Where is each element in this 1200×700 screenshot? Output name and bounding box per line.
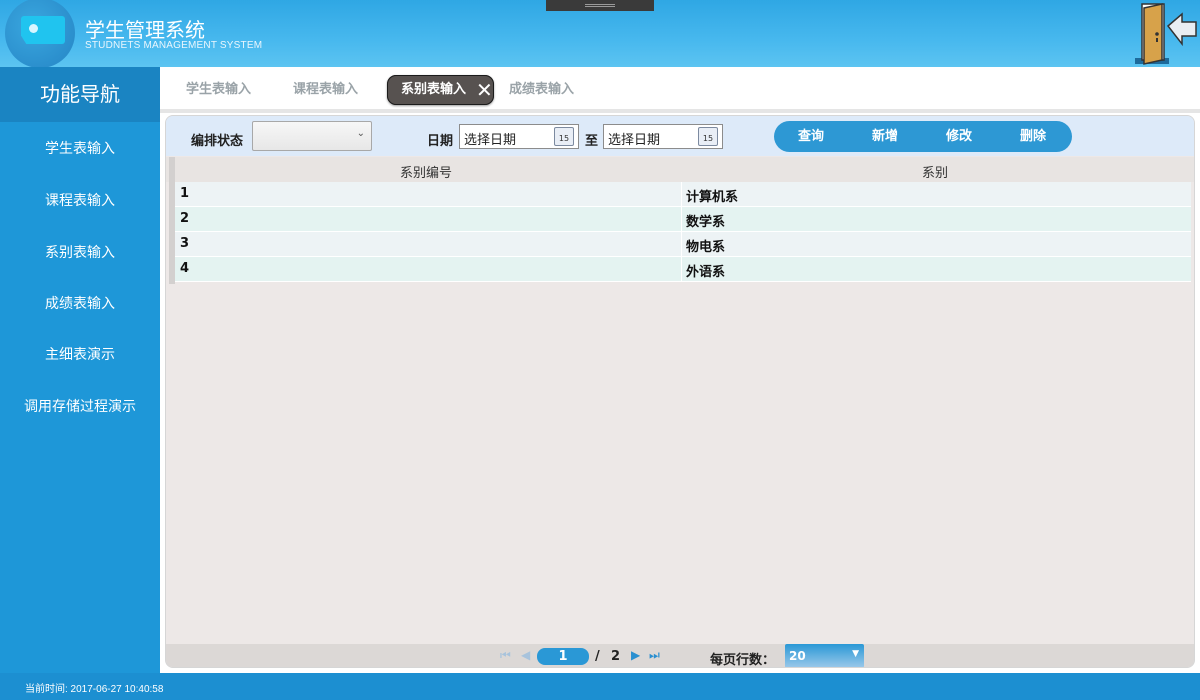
cell-dept-id: 1 [180,186,190,201]
exit-button[interactable] [1134,2,1198,66]
date-label: 日期 [427,134,454,149]
cell-dept-id: 2 [180,211,190,226]
date-to-text: 选择日期 [608,133,661,148]
close-icon[interactable]: ✕ [476,75,493,105]
sidebar: 功能导航 学生表输入 课程表输入 系别表输入 成绩表输入 主细表演示 调用存储过… [0,67,160,673]
prev-page-icon[interactable]: ◀ [521,648,530,662]
tab-student-input[interactable]: 学生表输入 [186,75,251,105]
calendar-icon[interactable]: 15 [698,127,718,146]
exit-door-icon [1135,3,1197,65]
tab-score-input[interactable]: 成绩表输入 [509,75,574,105]
chevron-down-icon: ⌄ [356,128,365,139]
tab-bar: 学生表输入 课程表输入 系别表输入 ✕ 成绩表输入 [160,67,1200,113]
monitor-icon [21,16,65,44]
cell-dept-id: 3 [180,236,190,251]
column-header-dept-name[interactable]: 系别 [922,162,948,181]
chevron-down-icon: ▼ [852,649,859,659]
pager: ⏮ ◀ 1 / 2 ▶ ⏭ 每页行数： 20 ▼ [166,644,1194,668]
cell-dept-id: 4 [180,261,190,276]
date-from-text: 选择日期 [464,133,517,148]
first-page-icon[interactable]: ⏮ [500,648,511,663]
main-panel: 编排状态 ⌄ 日期 选择日期 15 至 选择日期 15 查询 新增 修改 删除 … [165,115,1195,668]
cell-dept-name: 计算机系 [686,190,739,205]
rows-per-page-select[interactable]: 20 ▼ [785,644,864,667]
date-to-field[interactable]: 选择日期 15 [603,124,723,149]
edit-button[interactable]: 修改 [946,121,972,152]
sidebar-item-department-input[interactable]: 系别表输入 [0,228,160,279]
grid-header: 系别编号 系别 [166,157,1194,182]
column-header-dept-id[interactable]: 系别编号 [400,162,452,181]
table-row[interactable]: 1 计算机系 [175,182,1191,207]
tab-course-input[interactable]: 课程表输入 [293,75,358,105]
sidebar-item-score-input[interactable]: 成绩表输入 [0,279,160,330]
status-bar: 当前时间: 2017-06-27 10:40:58 [0,673,1200,700]
app-title: 学生管理系统 [85,18,205,42]
cell-dept-name: 外语系 [686,265,726,280]
page-number-input[interactable]: 1 [537,648,589,665]
page-separator: / [595,649,600,664]
collapse-handle[interactable] [546,0,654,11]
query-button[interactable]: 查询 [798,121,824,152]
table-row[interactable]: 2 数学系 [175,207,1191,232]
last-page-icon[interactable]: ⏭ [649,648,660,663]
tab-department-input[interactable]: 系别表输入 ✕ [387,75,494,105]
table-row[interactable]: 3 物电系 [175,232,1191,257]
app-header: 学生管理系统 STUDNETS MANAGEMENT SYSTEM [0,0,1200,68]
status-label: 编排状态 [191,134,244,149]
sidebar-item-stored-procedure[interactable]: 调用存储过程演示 [0,381,160,433]
delete-button[interactable]: 删除 [1020,121,1046,152]
sidebar-item-student-input[interactable]: 学生表输入 [0,124,160,175]
app-logo [5,0,75,68]
sidebar-item-master-detail[interactable]: 主细表演示 [0,330,160,381]
data-grid: 1 计算机系 2 数学系 3 物电系 4 外语系 [175,182,1191,282]
filter-toolbar: 编排状态 ⌄ 日期 选择日期 15 至 选择日期 15 查询 新增 修改 删除 [166,116,1194,156]
to-label: 至 [585,134,599,149]
sidebar-title: 功能导航 [0,67,160,122]
next-page-icon[interactable]: ▶ [631,648,640,662]
cell-dept-name: 物电系 [686,240,726,255]
sidebar-item-course-input[interactable]: 课程表输入 [0,175,160,228]
status-select[interactable]: ⌄ [252,121,372,151]
total-pages: 2 [611,649,621,664]
tab-label: 系别表输入 [401,82,467,97]
rows-per-page-value: 20 [789,649,806,663]
app-subtitle: STUDNETS MANAGEMENT SYSTEM [85,40,263,51]
rows-per-page-label: 每页行数： [710,653,776,668]
table-row[interactable]: 4 外语系 [175,257,1191,282]
calendar-icon[interactable]: 15 [554,127,574,146]
action-buttons: 查询 新增 修改 删除 [774,121,1072,152]
cell-dept-name: 数学系 [686,215,726,230]
date-from-field[interactable]: 选择日期 15 [459,124,579,149]
add-button[interactable]: 新增 [872,121,898,152]
current-time: 当前时间: 2017-06-27 10:40:58 [25,684,164,695]
